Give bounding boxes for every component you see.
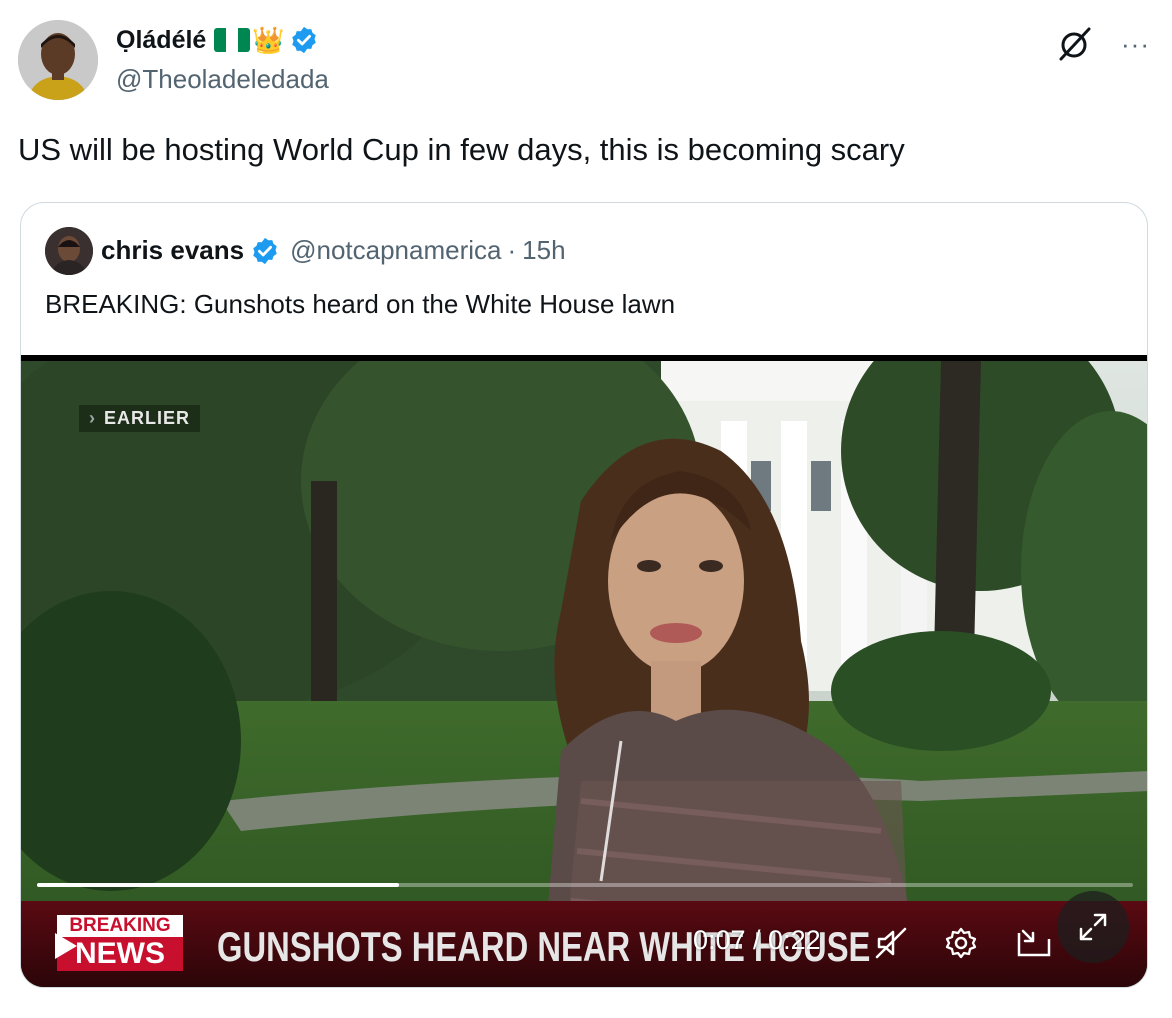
nigeria-flag-icon — [214, 28, 251, 52]
author-display-name[interactable]: Ọládélé — [116, 26, 206, 55]
verified-badge-icon — [253, 237, 277, 264]
fullscreen-icon — [1079, 913, 1107, 941]
earlier-label: EARLIER — [104, 408, 191, 428]
quoted-tweet-card[interactable]: chris evans @notcapnamerica · 15h BREAKI… — [20, 202, 1148, 988]
earlier-tag: › EARLIER — [79, 405, 201, 432]
quoted-handle[interactable]: @notcapnamerica — [290, 235, 501, 266]
author-avatar[interactable] — [18, 20, 98, 100]
tweet-text: US will be hosting World Cup in few days… — [18, 132, 905, 167]
video-controls: 0:07 / 0:22 — [21, 891, 1147, 975]
author-name-row: Ọládélé 👑 — [116, 24, 319, 56]
settings-icon[interactable] — [943, 925, 979, 961]
more-options-icon[interactable]: ··· — [1121, 29, 1150, 60]
tweet-actions-top: ··· — [1055, 24, 1150, 64]
separator-dot: · — [507, 235, 517, 265]
crown-emoji: 👑 — [252, 25, 285, 55]
quoted-author-avatar[interactable] — [45, 227, 93, 275]
play-icon[interactable] — [53, 931, 79, 961]
verified-badge-icon — [291, 26, 316, 54]
fullscreen-button[interactable] — [1057, 891, 1129, 963]
video-progress-fill — [37, 883, 399, 887]
video-frame — [21, 361, 1147, 987]
picture-in-picture-icon[interactable] — [1015, 925, 1053, 961]
quoted-text: BREAKING: Gunshots heard on the White Ho… — [45, 289, 676, 319]
video-progress-bar[interactable] — [37, 883, 1133, 887]
grok-icon[interactable] — [1055, 24, 1095, 64]
author-handle[interactable]: @Theoladeledada — [116, 64, 329, 95]
quoted-header: chris evans @notcapnamerica · 15h — [101, 235, 566, 266]
quoted-display-name[interactable]: chris evans — [101, 235, 244, 266]
quoted-timestamp[interactable]: 15h — [522, 235, 565, 266]
chevron-right-icon: › — [89, 408, 96, 428]
video-player[interactable]: › EARLIER BREAKING NEWS GUNSHOTS HEARD NE… — [21, 355, 1147, 987]
video-time: 0:07 / 0:22 — [693, 925, 821, 955]
mute-icon[interactable] — [873, 925, 909, 961]
